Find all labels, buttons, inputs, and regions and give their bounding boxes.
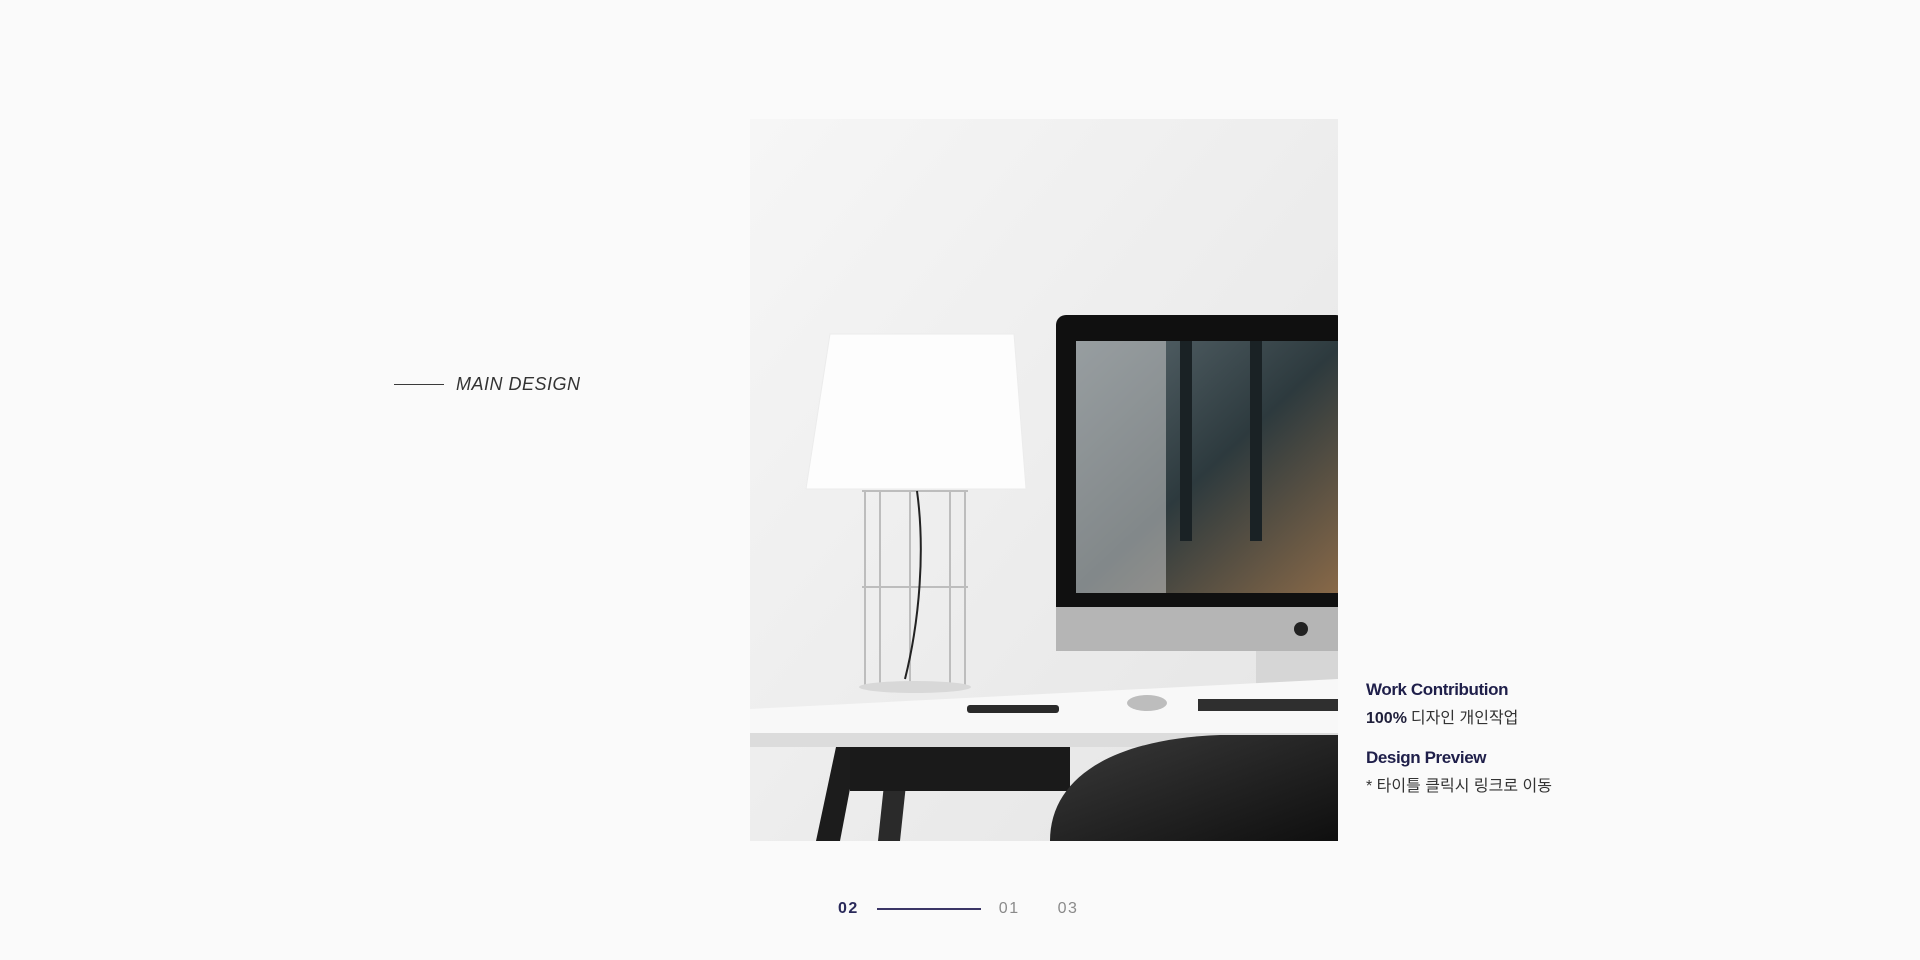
pagination-page-03[interactable]: 03 (1058, 900, 1079, 918)
work-contribution-heading: Work Contribution (1366, 680, 1509, 699)
work-contribution-row: 100% 디자인 개인작업 (1366, 704, 1552, 728)
pagination-page-01[interactable]: 01 (999, 900, 1020, 918)
design-preview-image[interactable] (750, 119, 1338, 841)
slide-pagination: 02 01 03 (838, 900, 1078, 918)
work-contribution-text: 디자인 개인작업 (1410, 710, 1519, 727)
design-preview-heading: Design Preview (1366, 748, 1487, 767)
page: MAIN DESIGN Work Contribution 100% 디자인 개… (0, 0, 1920, 960)
design-preview-note: * 타이틀 클릭시 링크로 이동 (1366, 778, 1552, 795)
work-contribution-value: 100% (1366, 710, 1407, 727)
section-label: MAIN DESIGN (394, 374, 581, 395)
project-info: Work Contribution 100% 디자인 개인작업 Design Pr… (1366, 680, 1552, 816)
section-label-text: MAIN DESIGN (456, 374, 581, 394)
section-label-line (394, 384, 444, 385)
desk-scene-illustration (750, 119, 1338, 841)
pagination-current[interactable]: 02 (838, 900, 859, 918)
pagination-progress-bar (876, 908, 981, 910)
